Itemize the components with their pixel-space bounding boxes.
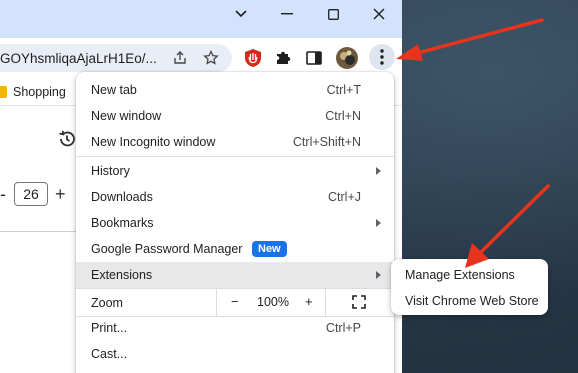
- tab-search-button[interactable]: [218, 0, 264, 28]
- chevron-down-icon: [235, 10, 247, 18]
- menu-item-history[interactable]: History: [76, 158, 394, 184]
- divider: [0, 231, 76, 232]
- submenu-arrow-icon: [376, 271, 381, 279]
- menu-item-new-window[interactable]: New window Ctrl+N: [76, 103, 394, 129]
- close-icon: [373, 8, 385, 20]
- zoom-in-button[interactable]: +: [305, 294, 313, 309]
- chrome-menu: New tab Ctrl+T New window Ctrl+N New Inc…: [76, 72, 394, 373]
- submenu-item-manage-extensions[interactable]: Manage Extensions: [391, 261, 548, 287]
- share-icon[interactable]: [170, 48, 190, 68]
- stepper-plus-button[interactable]: +: [55, 182, 71, 206]
- maximize-button[interactable]: [310, 0, 356, 28]
- menu-item-new-incognito-window[interactable]: New Incognito window Ctrl+Shift+N: [76, 129, 394, 155]
- stepper-value[interactable]: 26: [14, 182, 48, 206]
- fullscreen-icon[interactable]: [352, 295, 366, 309]
- bookmark-label: Shopping: [13, 85, 66, 99]
- menu-kebab-icon: [380, 49, 384, 65]
- extensions-submenu: Manage Extensions Visit Chrome Web Store: [391, 259, 548, 315]
- zoom-level: 100%: [257, 295, 289, 309]
- sidepanel-icon[interactable]: [303, 47, 325, 69]
- menu-item-zoom: Zoom − 100% +: [76, 288, 394, 316]
- avatar[interactable]: [336, 47, 358, 69]
- menu-item-downloads[interactable]: Downloads Ctrl+J: [76, 184, 394, 210]
- zoom-out-button[interactable]: −: [231, 294, 239, 309]
- menu-item-bookmarks[interactable]: Bookmarks: [76, 210, 394, 236]
- stepper-minus-button[interactable]: -: [0, 184, 8, 204]
- star-icon[interactable]: [201, 48, 221, 68]
- folder-icon: [0, 86, 7, 98]
- submenu-arrow-icon: [376, 219, 381, 227]
- history-icon[interactable]: [57, 129, 77, 149]
- menu-item-extensions[interactable]: Extensions: [76, 262, 394, 288]
- maximize-icon: [327, 8, 339, 20]
- title-bar: [0, 0, 402, 38]
- ublock-icon[interactable]: [242, 47, 264, 69]
- bookmark-folder-shopping[interactable]: Shopping: [0, 83, 66, 101]
- zoom-controls: − 100% +: [216, 288, 326, 316]
- menu-item-cast[interactable]: Cast...: [76, 341, 394, 367]
- menu-separator: [76, 156, 394, 157]
- puzzle-icon[interactable]: [272, 47, 294, 69]
- minimize-button[interactable]: [264, 0, 310, 28]
- menu-item-print[interactable]: Print... Ctrl+P: [76, 315, 394, 341]
- submenu-item-chrome-web-store[interactable]: Visit Chrome Web Store: [391, 287, 548, 313]
- close-button[interactable]: [356, 0, 402, 28]
- chrome-menu-button[interactable]: [369, 44, 395, 70]
- minimize-icon: [281, 13, 293, 15]
- menu-item-new-tab[interactable]: New tab Ctrl+T: [76, 77, 394, 103]
- address-text: GOYhsmliqaAjaLrH1Eo/...: [0, 51, 157, 66]
- new-badge: New: [252, 241, 287, 257]
- address-bar[interactable]: GOYhsmliqaAjaLrH1Eo/...: [0, 44, 232, 72]
- submenu-arrow-icon: [376, 167, 381, 175]
- menu-item-password-manager[interactable]: Google Password Manager New: [76, 236, 394, 262]
